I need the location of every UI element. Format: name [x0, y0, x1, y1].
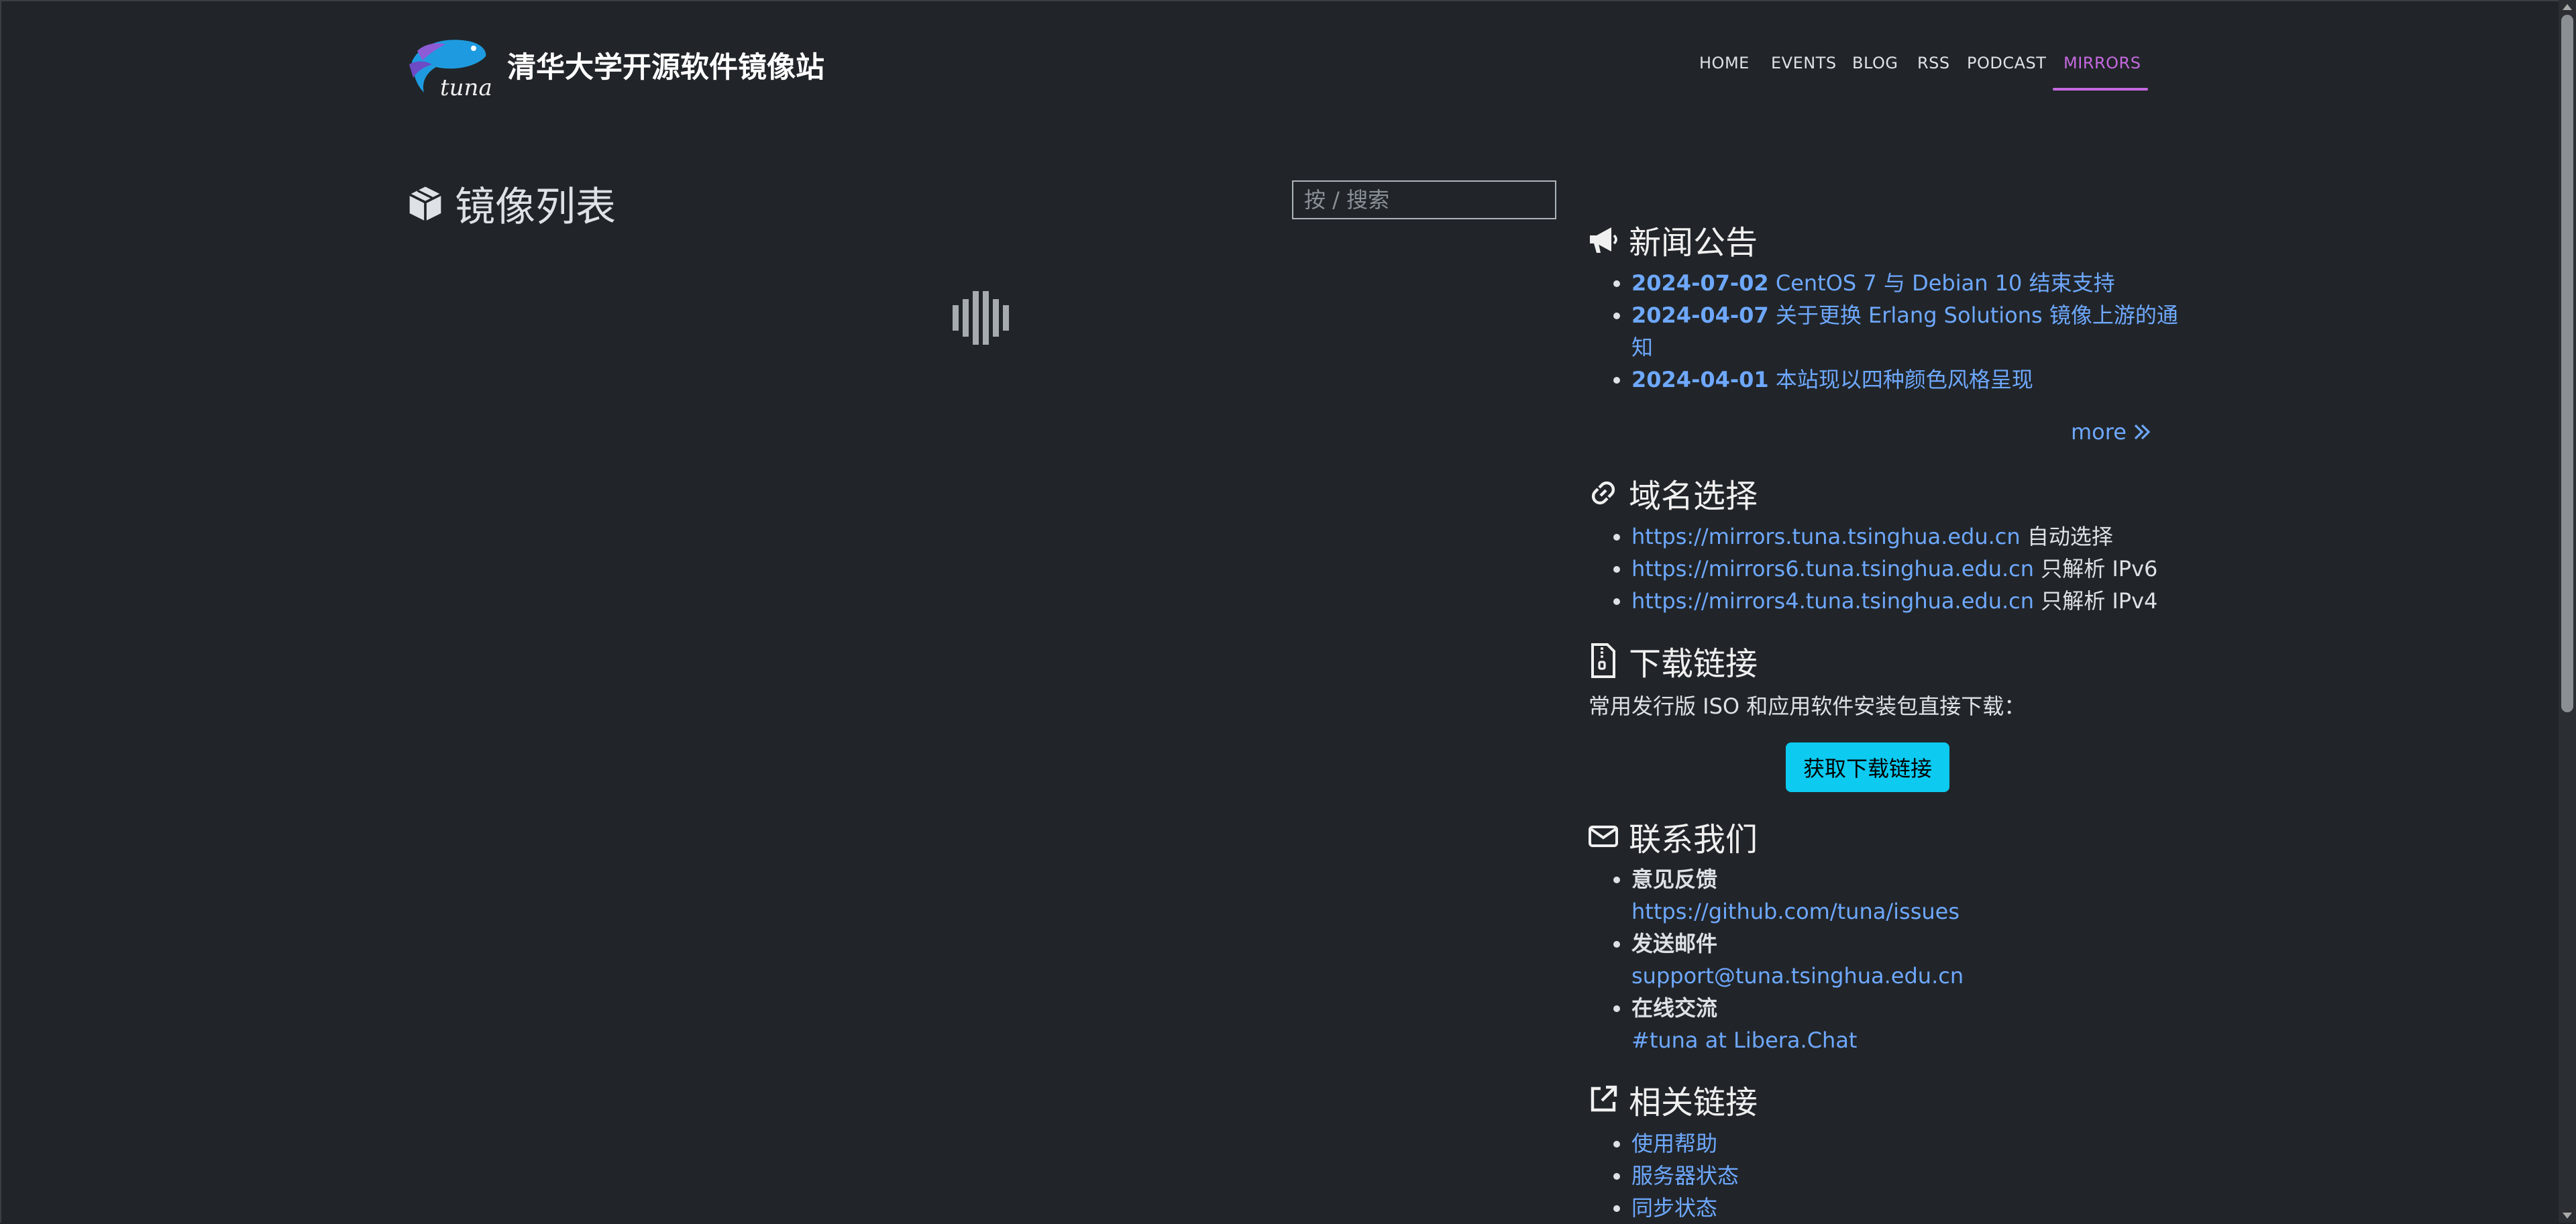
- nav-mirrors[interactable]: MIRRORS: [2063, 54, 2141, 72]
- contact-label: 在线交流: [1631, 995, 1718, 1021]
- domain-list: https://mirrors.tuna.tsinghua.edu.cn 自动选…: [1607, 520, 2182, 617]
- related-link[interactable]: 使用帮助: [1631, 1131, 1717, 1156]
- news-list: 2024-07-02 CentOS 7 与 Debian 10 结束支持 202…: [1607, 267, 2182, 396]
- contact-title: 联系我们: [1629, 821, 1758, 858]
- domain-link[interactable]: https://mirrors6.tuna.tsinghua.edu.cn: [1631, 556, 2034, 581]
- related-heading: 相关链接: [1587, 1076, 1758, 1123]
- scroll-down-arrow-icon[interactable]: [2563, 1213, 2572, 1219]
- related-link[interactable]: 同步状态: [1631, 1195, 1717, 1221]
- nav-home[interactable]: HOME: [1699, 54, 1750, 72]
- news-heading: 新闻公告: [1587, 216, 1758, 263]
- external-link-icon: [1591, 1085, 1617, 1112]
- envelope-icon: [1589, 826, 1618, 847]
- contact-label: 意见反馈: [1631, 867, 1718, 892]
- downloads-heading: 下载链接: [1587, 637, 1758, 684]
- domain-note: 自动选择: [2027, 524, 2113, 549]
- mirror-list-title: 镜像列表: [455, 184, 616, 231]
- more-link[interactable]: more: [2071, 419, 2152, 445]
- window-top-border: [0, 0, 2576, 1]
- list-item: 同步状态: [1631, 1192, 2182, 1224]
- double-chevron-right-icon: [2134, 424, 2151, 440]
- link-icon: [1591, 481, 1615, 505]
- domain-note: 只解析 IPv4: [2041, 588, 2158, 614]
- box-icon: [409, 186, 442, 221]
- search-input[interactable]: [1292, 180, 1556, 219]
- list-item: 发送邮件 support@tuna.tsinghua.edu.cn: [1631, 928, 2182, 992]
- list-item: 使用帮助: [1631, 1127, 2182, 1160]
- list-item: 2024-07-02 CentOS 7 与 Debian 10 结束支持: [1631, 267, 2182, 299]
- megaphone-icon: [1590, 227, 1617, 253]
- file-zip-icon: [1591, 643, 1615, 678]
- contact-heading: 联系我们: [1587, 813, 1758, 860]
- nav-podcast[interactable]: PODCAST: [1967, 54, 2046, 72]
- related-list: 使用帮助 服务器状态 同步状态: [1607, 1127, 2182, 1224]
- list-item: 服务器状态: [1631, 1160, 2182, 1192]
- more-label: more: [2071, 419, 2127, 445]
- top-nav: HOME EVENTS BLOG RSS PODCAST MIRRORS: [0, 54, 2576, 80]
- contact-link[interactable]: https://github.com/tuna/issues: [1631, 899, 1960, 924]
- contact-link[interactable]: support@tuna.tsinghua.edu.cn: [1631, 963, 1964, 989]
- list-item: https://mirrors.tuna.tsinghua.edu.cn 自动选…: [1631, 520, 2182, 553]
- domains-heading: 域名选择: [1587, 469, 1758, 516]
- news-link[interactable]: 2024-04-01 本站现以四种颜色风格呈现: [1631, 367, 2033, 392]
- related-title: 相关链接: [1629, 1084, 1758, 1121]
- news-link[interactable]: 2024-07-02 CentOS 7 与 Debian 10 结束支持: [1631, 270, 2115, 296]
- mirror-list-heading: 镜像列表: [407, 174, 616, 233]
- related-link[interactable]: 服务器状态: [1631, 1163, 1739, 1188]
- domain-link[interactable]: https://mirrors.tuna.tsinghua.edu.cn: [1631, 524, 2021, 549]
- loading-indicator: [953, 291, 1012, 345]
- window-left-border: [0, 0, 1, 1223]
- downloads-description: 常用发行版 ISO 和应用软件安装包直接下载：: [1589, 693, 2026, 719]
- contact-list: 意见反馈 https://github.com/tuna/issues 发送邮件…: [1607, 863, 2182, 1056]
- nav-blog[interactable]: BLOG: [1852, 54, 1898, 72]
- list-item: 2024-04-07 关于更换 Erlang Solutions 镜像上游的通知: [1631, 299, 2182, 364]
- news-title: 新闻公告: [1629, 224, 1758, 262]
- get-download-links-button[interactable]: 获取下载链接: [1786, 742, 1949, 792]
- domains-title: 域名选择: [1629, 478, 1758, 515]
- downloads-title: 下载链接: [1629, 645, 1758, 683]
- contact-label: 发送邮件: [1631, 931, 1718, 956]
- domain-note: 只解析 IPv6: [2041, 556, 2158, 581]
- list-item: 意见反馈 https://github.com/tuna/issues: [1631, 863, 2182, 928]
- scrollbar-thumb[interactable]: [2561, 15, 2573, 712]
- list-item: 在线交流 #tuna at Libera.Chat: [1631, 992, 2182, 1056]
- scroll-up-arrow-icon[interactable]: [2563, 4, 2572, 10]
- contact-link[interactable]: #tuna at Libera.Chat: [1631, 1027, 1857, 1053]
- nav-active-underline: [2053, 88, 2148, 91]
- nav-events[interactable]: EVENTS: [1771, 54, 1837, 72]
- list-item: https://mirrors4.tuna.tsinghua.edu.cn 只解…: [1631, 585, 2182, 617]
- news-link[interactable]: 2024-04-07 关于更换 Erlang Solutions 镜像上游的通知: [1631, 302, 2178, 360]
- nav-rss[interactable]: RSS: [1917, 54, 1950, 72]
- list-item: https://mirrors6.tuna.tsinghua.edu.cn 只解…: [1631, 553, 2182, 585]
- list-item: 2024-04-01 本站现以四种颜色风格呈现: [1631, 364, 2182, 396]
- domain-link[interactable]: https://mirrors4.tuna.tsinghua.edu.cn: [1631, 588, 2034, 614]
